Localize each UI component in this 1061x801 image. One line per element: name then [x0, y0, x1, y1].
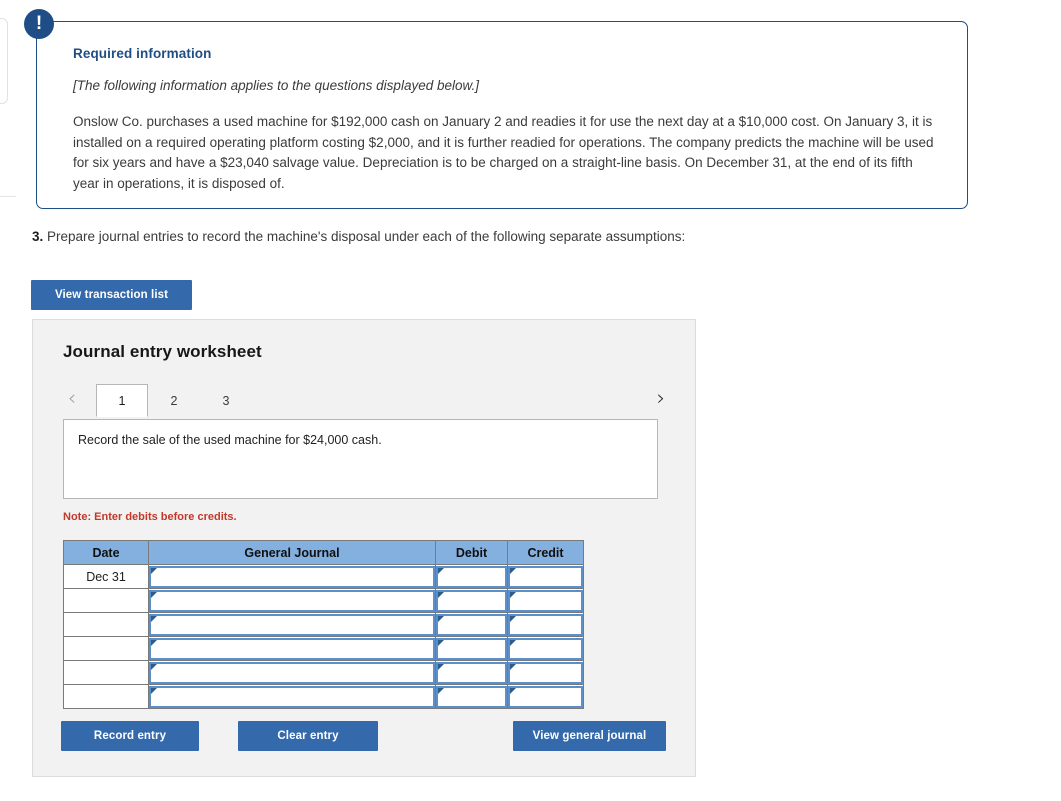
cell-debit-2[interactable] [435, 588, 508, 613]
cell-debit-3[interactable] [435, 612, 508, 637]
column-header-date: Date [63, 540, 149, 565]
cell-debit-6[interactable] [435, 684, 508, 709]
cell-credit-4[interactable] [507, 636, 584, 661]
record-entry-button[interactable]: Record entry [61, 721, 199, 751]
account-input-3[interactable] [149, 613, 435, 636]
chevron-left-icon[interactable]: ‹ [61, 387, 83, 411]
cell-credit-6[interactable] [507, 684, 584, 709]
credit-input-4[interactable] [508, 637, 583, 660]
cell-date-3[interactable] [63, 612, 149, 637]
tab-1[interactable]: 1 [96, 384, 148, 417]
debit-input-1[interactable] [436, 565, 507, 588]
exclamation-icon: ! [24, 9, 54, 39]
column-header-credit: Credit [507, 540, 584, 565]
view-transaction-list-button[interactable]: View transaction list [31, 280, 192, 310]
worksheet-tabs: 1 2 3 [96, 381, 252, 417]
cell-date-1[interactable]: Dec 31 [63, 564, 149, 589]
cell-credit-1[interactable] [507, 564, 584, 589]
cell-general-journal-3[interactable] [148, 612, 436, 637]
cell-debit-4[interactable] [435, 636, 508, 661]
question-text: Prepare journal entries to record the ma… [43, 229, 686, 244]
cell-debit-5[interactable] [435, 660, 508, 685]
table-row [63, 588, 584, 613]
transaction-description-text: Record the sale of the used machine for … [78, 433, 382, 447]
column-header-debit: Debit [435, 540, 508, 565]
debit-input-3[interactable] [436, 613, 507, 636]
debit-input-5[interactable] [436, 661, 507, 684]
clear-entry-button[interactable]: Clear entry [238, 721, 378, 751]
table-row [63, 660, 584, 685]
tab-2[interactable]: 2 [148, 384, 200, 417]
callout-applies-note: [The following information applies to th… [73, 78, 479, 93]
credit-input-6[interactable] [508, 685, 583, 708]
credit-input-1[interactable] [508, 565, 583, 588]
debits-before-credits-note: Note: Enter debits before credits. [63, 511, 237, 523]
cell-credit-3[interactable] [507, 612, 584, 637]
cell-general-journal-5[interactable] [148, 660, 436, 685]
left-edge-partial-panel [0, 18, 8, 104]
cell-debit-1[interactable] [435, 564, 508, 589]
worksheet-title: Journal entry worksheet [63, 342, 262, 361]
cell-date-2[interactable] [63, 588, 149, 613]
page-root: Required information [The following info… [0, 0, 1061, 801]
table-row [63, 612, 584, 637]
cell-credit-2[interactable] [507, 588, 584, 613]
cell-general-journal-1[interactable] [148, 564, 436, 589]
cell-general-journal-2[interactable] [148, 588, 436, 613]
journal-entry-table: Date General Journal Debit Credit Dec 31 [63, 540, 584, 709]
table-row: Dec 31 [63, 564, 584, 589]
question-number: 3. [32, 229, 44, 244]
column-header-general-journal: General Journal [148, 540, 436, 565]
cell-date-6[interactable] [63, 684, 149, 709]
debit-input-4[interactable] [436, 637, 507, 660]
account-input-2[interactable] [149, 589, 435, 612]
table-header-row: Date General Journal Debit Credit [63, 540, 584, 565]
worksheet-tabstrip: ‹ 1 2 3 › [33, 381, 695, 417]
question-line: 3. Prepare journal entries to record the… [32, 229, 685, 244]
cell-general-journal-6[interactable] [148, 684, 436, 709]
account-input-5[interactable] [149, 661, 435, 684]
credit-input-2[interactable] [508, 589, 583, 612]
view-general-journal-button[interactable]: View general journal [513, 721, 666, 751]
chevron-right-icon[interactable]: › [650, 387, 672, 411]
credit-input-3[interactable] [508, 613, 583, 636]
debit-input-2[interactable] [436, 589, 507, 612]
cell-date-4[interactable] [63, 636, 149, 661]
table-row [63, 636, 584, 661]
transaction-description-box: Record the sale of the used machine for … [63, 419, 658, 499]
tab-3[interactable]: 3 [200, 384, 252, 417]
account-input-1[interactable] [149, 565, 435, 588]
required-information-callout: Required information [The following info… [36, 21, 968, 209]
account-input-4[interactable] [149, 637, 435, 660]
cell-general-journal-4[interactable] [148, 636, 436, 661]
left-edge-divider [0, 196, 16, 197]
account-input-6[interactable] [149, 685, 435, 708]
cell-credit-5[interactable] [507, 660, 584, 685]
callout-body-text: Onslow Co. purchases a used machine for … [73, 114, 934, 191]
table-row [63, 684, 584, 709]
callout-title: Required information [73, 46, 212, 61]
cell-date-5[interactable] [63, 660, 149, 685]
debit-input-6[interactable] [436, 685, 507, 708]
credit-input-5[interactable] [508, 661, 583, 684]
